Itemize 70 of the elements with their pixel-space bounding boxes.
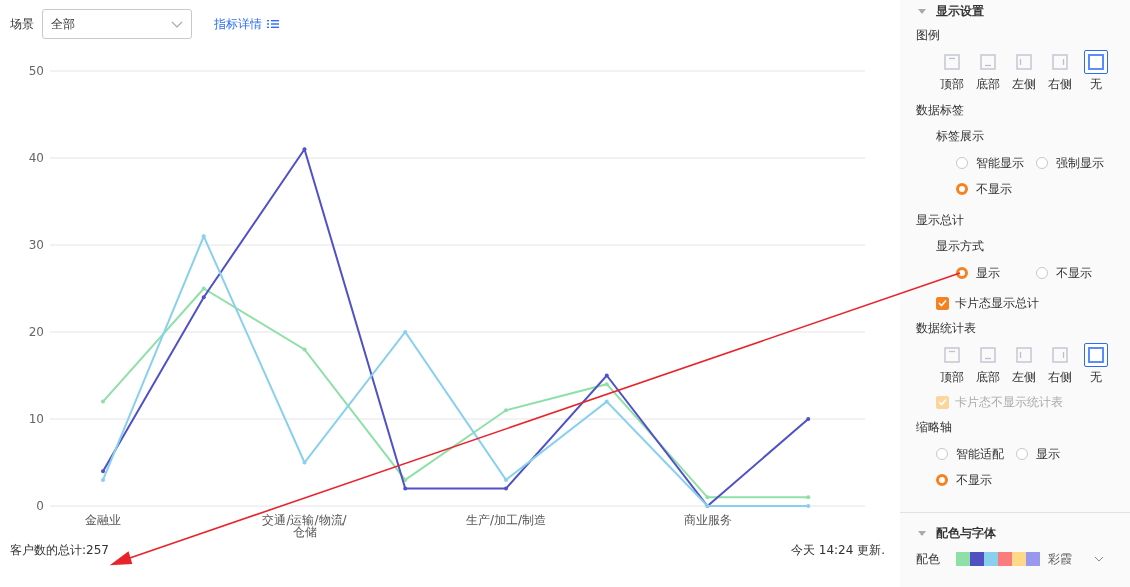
layout-icon	[944, 347, 960, 363]
group-title: 标签展示	[936, 127, 985, 145]
radio-label: 不显示	[976, 180, 1012, 198]
x-tick-label: 交通/运输/物流/仓储	[261, 514, 348, 538]
update-time: 今天 14:24 更新.	[790, 542, 885, 559]
checkbox-label: 卡片态显示总计	[955, 294, 1039, 312]
layout-icon	[1088, 347, 1104, 363]
x-tick-label: 金融业	[84, 514, 122, 526]
y-tick-label: 30	[28, 238, 44, 252]
chevron-down-icon[interactable]	[1094, 556, 1104, 562]
layout-icon	[1052, 54, 1068, 70]
total-text: 客户数的总计:257	[10, 542, 109, 559]
y-tick-label: 10	[28, 412, 44, 426]
x-tick-label: 商业服务	[682, 514, 733, 526]
radio-button[interactable]	[956, 183, 968, 195]
radio-label: 智能显示	[976, 154, 1024, 172]
radio-button[interactable]	[936, 474, 948, 486]
x-tick-label: 生产/加工/制造	[464, 514, 548, 526]
layout-icon	[980, 347, 996, 363]
radio-label: 显示	[976, 264, 1000, 282]
layout-icon	[1052, 347, 1068, 363]
section-title: 配色与字体	[936, 524, 996, 542]
radio-button[interactable]	[1036, 157, 1048, 169]
detail-link[interactable]: 指标详情	[214, 15, 279, 33]
group-title: 显示方式	[936, 237, 985, 255]
y-tick-label: 40	[28, 151, 44, 165]
layout-icon	[980, 54, 996, 70]
layout-icon	[944, 54, 960, 70]
group-title: 显示总计	[916, 211, 965, 229]
caret-icon[interactable]	[918, 530, 926, 536]
y-tick-label: 50	[28, 64, 44, 78]
group-title: 数据统计表	[916, 319, 977, 337]
position-option[interactable]: 右侧	[1044, 50, 1076, 93]
section-title: 显示设置	[936, 2, 984, 20]
list-icon[interactable]	[267, 19, 279, 29]
radio-label: 不显示	[956, 471, 992, 489]
position-option[interactable]: 左侧	[1008, 50, 1040, 93]
radio-button[interactable]	[1036, 267, 1048, 279]
radio-label: 不显示	[1056, 264, 1092, 282]
chevron-down-icon[interactable]	[171, 20, 183, 28]
position-option[interactable]: 左侧	[1008, 343, 1040, 386]
checkbox-label: 卡片态不显示统计表	[955, 393, 1063, 411]
y-tick-label: 0	[36, 499, 44, 513]
position-option[interactable]: 顶部	[936, 343, 968, 386]
radio-button[interactable]	[1016, 448, 1028, 460]
palette-select[interactable]: 彩霞	[1048, 550, 1104, 568]
y-tick-label: 20	[28, 325, 44, 339]
scene-select[interactable]: 全部	[42, 9, 192, 39]
position-option[interactable]: 底部	[972, 343, 1004, 386]
layout-icon	[1016, 347, 1032, 363]
position-option[interactable]: 无	[1080, 50, 1112, 93]
position-option[interactable]: 顶部	[936, 50, 968, 93]
scene-label: 场景	[10, 15, 34, 33]
group-title: 数据标签	[916, 101, 965, 119]
radio-label: 强制显示	[1056, 154, 1104, 172]
group-title: 图例	[916, 26, 941, 44]
radio-button[interactable]	[956, 267, 968, 279]
layout-icon	[1016, 54, 1032, 70]
radio-label: 显示	[1036, 445, 1060, 463]
position-option[interactable]: 右侧	[1044, 343, 1076, 386]
position-option[interactable]: 无	[1080, 343, 1112, 386]
caret-icon[interactable]	[918, 8, 926, 14]
radio-button[interactable]	[936, 448, 948, 460]
group-title: 缩略轴	[916, 418, 953, 436]
checkbox[interactable]	[936, 296, 949, 310]
layout-icon	[1088, 54, 1104, 70]
radio-button[interactable]	[956, 157, 968, 169]
position-option[interactable]: 底部	[972, 50, 1004, 93]
palette-label: 配色	[916, 550, 941, 568]
radio-label: 智能适配	[956, 445, 1004, 463]
